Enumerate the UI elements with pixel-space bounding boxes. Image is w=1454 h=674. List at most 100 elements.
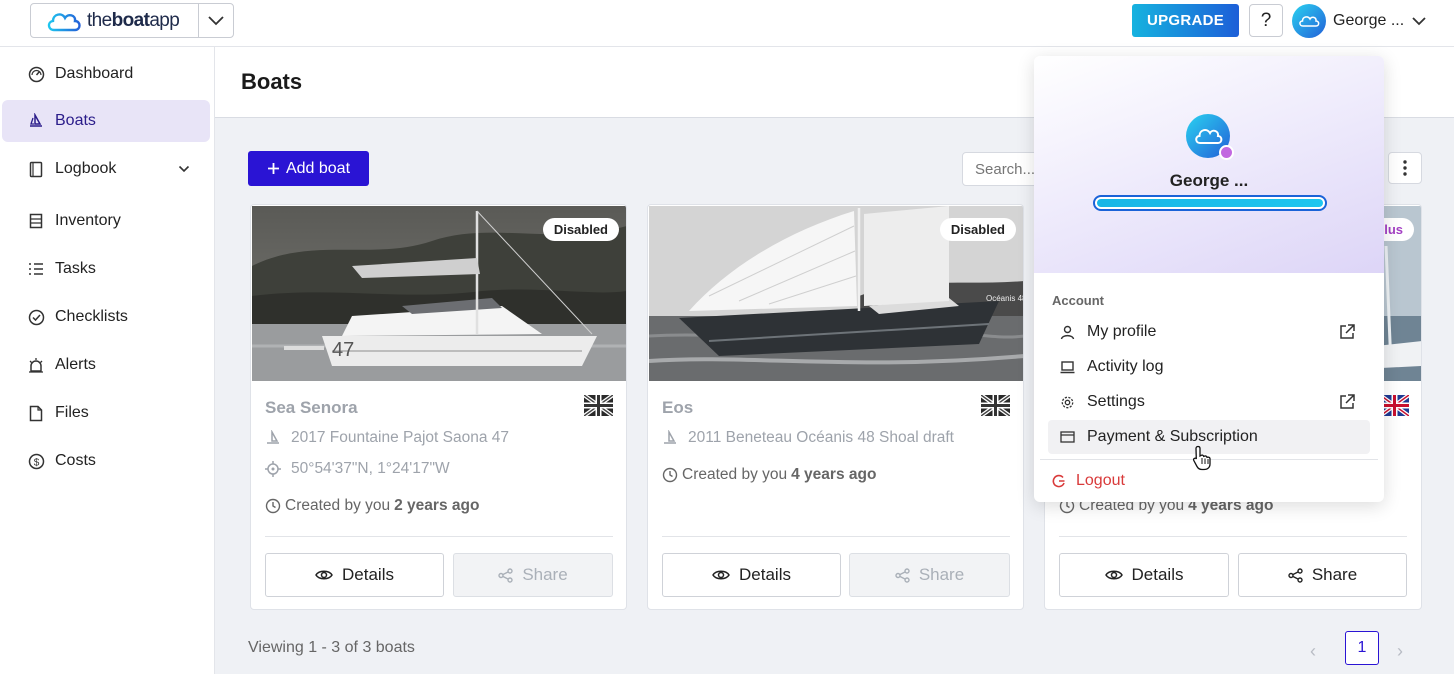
- chevron-down-icon: [178, 165, 190, 173]
- more-options-icon[interactable]: [1388, 152, 1422, 184]
- app-switcher[interactable]: the boat app: [30, 3, 234, 38]
- cloud-avatar-icon: [1299, 16, 1320, 27]
- account-section-label: Account: [1052, 293, 1104, 308]
- app-switcher-chevron-icon[interactable]: [199, 4, 233, 37]
- dropdown-avatar: [1186, 114, 1234, 160]
- card-divider: [265, 536, 613, 537]
- list-icon: [27, 260, 45, 278]
- menu-item-label: Settings: [1087, 393, 1145, 410]
- details-label: Details: [1131, 565, 1184, 584]
- share-button[interactable]: Share: [849, 553, 1010, 597]
- sidebar-item-files[interactable]: Files: [2, 392, 210, 434]
- menu-item-settings[interactable]: Settings: [1048, 385, 1370, 419]
- boat-name[interactable]: Eos: [662, 398, 693, 418]
- page-title: Boats: [241, 69, 303, 94]
- share-label: Share: [522, 565, 568, 584]
- logo-text-suffix: app: [149, 9, 180, 31]
- share-label: Share: [1311, 565, 1358, 584]
- created-when: 2 years ago: [394, 497, 480, 514]
- details-label: Details: [342, 565, 394, 584]
- created-when: 4 years ago: [791, 466, 877, 483]
- alarm-icon: [27, 356, 45, 374]
- plus-icon: [267, 163, 279, 174]
- uk-flag-icon: [1380, 395, 1409, 416]
- details-button[interactable]: Details: [1059, 553, 1229, 597]
- add-boat-label: Add boat: [285, 159, 351, 177]
- svg-text:Océanis 48: Océanis 48: [986, 294, 1024, 303]
- logout-button[interactable]: Logout: [1052, 465, 1125, 497]
- share-icon: [498, 567, 514, 583]
- clock-icon: [265, 498, 281, 514]
- boat-card[interactable]: 47 Disabled Sea Senora 2017 Fountaine Pa…: [250, 204, 627, 610]
- prev-page-button[interactable]: ‹: [1310, 641, 1316, 662]
- boat-location-row: 50°54'37"N, 1°24'17"W: [265, 460, 450, 478]
- user-dropdown-menu: George ... Account My profile Activity l…: [1034, 56, 1384, 502]
- eye-icon: [712, 570, 730, 580]
- logout-icon: [1052, 474, 1065, 488]
- sidebar-item-logbook[interactable]: Logbook: [2, 148, 210, 190]
- created-row: Created by you 4 years ago: [662, 466, 876, 484]
- boat-model-row: 2011 Beneteau Océanis 48 Shoal draft: [662, 429, 954, 447]
- inventory-icon: [27, 212, 45, 230]
- card-divider: [662, 536, 1010, 537]
- menu-item-label: My profile: [1087, 323, 1157, 340]
- add-boat-button[interactable]: Add boat: [248, 151, 369, 186]
- boat-photo[interactable]: 47 Disabled: [252, 206, 626, 381]
- user-avatar: [1292, 4, 1326, 38]
- sailboat-icon: [664, 430, 676, 444]
- menu-item-my-profile[interactable]: My profile: [1048, 315, 1370, 349]
- book-icon: [27, 160, 45, 178]
- menu-item-activity-log[interactable]: Activity log: [1048, 350, 1370, 384]
- sidebar-item-inventory[interactable]: Inventory: [2, 200, 210, 242]
- boat-photo[interactable]: Océanis 48 Disabled: [649, 206, 1024, 381]
- sidebar-item-checklists[interactable]: Checklists: [2, 296, 210, 338]
- sidebar-item-label: Logbook: [55, 160, 117, 177]
- boat-model: 2011 Beneteau Océanis 48 Shoal draft: [688, 429, 954, 446]
- plan-badge-icon: [1219, 145, 1234, 160]
- sidebar-item-label: Tasks: [55, 260, 96, 277]
- profile-progress-bar: [1093, 195, 1327, 211]
- page-1-button[interactable]: 1: [1345, 631, 1379, 665]
- top-bar: the boat app UPGRADE ? George ...: [0, 0, 1454, 47]
- user-menu-toggle[interactable]: George ...: [1292, 3, 1427, 39]
- sidebar-item-label: Checklists: [55, 308, 128, 325]
- boat-name[interactable]: Sea Senora: [265, 398, 358, 418]
- sidebar-item-label: Files: [55, 404, 89, 421]
- logout-label: Logout: [1076, 472, 1125, 489]
- external-link-icon: [1340, 394, 1355, 409]
- details-button[interactable]: Details: [662, 553, 841, 597]
- mouse-pointer-icon: [1192, 445, 1212, 471]
- created-prefix: Created by you: [682, 466, 788, 483]
- card-divider: [1059, 536, 1407, 537]
- sidebar-item-tasks[interactable]: Tasks: [2, 248, 210, 290]
- gear-icon: [1061, 396, 1074, 408]
- share-button[interactable]: Share: [453, 553, 613, 597]
- credit-card-icon: [1060, 431, 1075, 443]
- sidebar-item-label: Inventory: [55, 212, 121, 229]
- sidebar-item-label: Boats: [55, 112, 96, 129]
- sidebar-item-alerts[interactable]: Alerts: [2, 344, 210, 386]
- user-name: George ...: [1333, 12, 1405, 29]
- sidebar-item-label: Dashboard: [55, 65, 134, 82]
- cloud-logo-icon: [45, 9, 83, 33]
- sidebar-item-costs[interactable]: $ Costs: [2, 440, 210, 482]
- upgrade-button[interactable]: UPGRADE: [1132, 4, 1239, 37]
- cloud-avatar-icon: [1195, 129, 1223, 144]
- app-logo[interactable]: the boat app: [31, 4, 199, 37]
- help-button[interactable]: ?: [1249, 4, 1283, 37]
- svg-text:47: 47: [332, 339, 354, 361]
- chevron-down-icon: [1412, 17, 1426, 26]
- gauge-icon: [27, 65, 45, 83]
- sailboat-icon: [267, 430, 279, 444]
- sidebar-item-dashboard[interactable]: Dashboard: [2, 53, 210, 95]
- details-button[interactable]: Details: [265, 553, 444, 597]
- menu-item-label: Activity log: [1087, 358, 1164, 375]
- sidebar-item-boats[interactable]: Boats: [2, 100, 210, 142]
- share-label: Share: [918, 565, 965, 584]
- next-page-button[interactable]: ›: [1397, 641, 1403, 662]
- boat-card[interactable]: Océanis 48 Disabled Eos 2011 Beneteau Oc…: [647, 204, 1024, 610]
- boat-location: 50°54'37"N, 1°24'17"W: [291, 460, 450, 477]
- created-row: Created by you 2 years ago: [265, 497, 479, 515]
- share-button[interactable]: Share: [1238, 553, 1407, 597]
- dropdown-user-name: George ...: [1169, 171, 1249, 190]
